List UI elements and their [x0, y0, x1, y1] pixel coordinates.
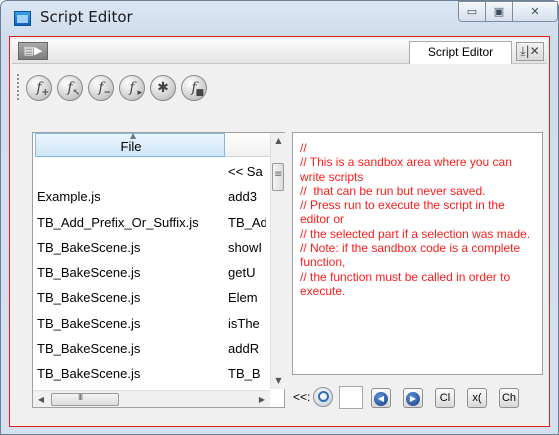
scroll-left-icon[interactable]: ◀	[33, 391, 49, 408]
list-item[interactable]: TB_BakeScene.js TB_B	[35, 360, 270, 384]
function-cell: << Sa	[228, 164, 263, 179]
file-cell: TB_BakeScene.js	[37, 341, 141, 357]
import-function-button[interactable]: f ↖	[57, 75, 83, 101]
find-next-button[interactable]: ▶	[403, 388, 423, 408]
file-cell: TB_Add_Prefix_Or_Suffix.js	[37, 214, 199, 230]
code-line: // Note: if the sandbox code is a comple…	[300, 241, 524, 270]
scroll-up-icon[interactable]: ▲	[271, 133, 286, 149]
file-list[interactable]: ▲ File << Sa Example.js add3 TB_Add_Prefi…	[32, 131, 285, 408]
function-cell: getU	[228, 265, 256, 281]
list-item[interactable]: TB_Add_Prefix_Or_Suffix.js TB_Ad	[35, 209, 270, 234]
code-line: // that can be run but never saved.	[300, 183, 486, 198]
file-cell: TB_BakeScene.js	[37, 239, 141, 255]
file-column-label: File	[120, 139, 142, 154]
file-rows: << Sa Example.js add3 TB_Add_Prefix_Or_Su…	[35, 158, 270, 384]
code-line: // the function must be called in order …	[300, 269, 514, 298]
panel-menu-button[interactable]: ▤▶	[18, 42, 48, 60]
panel-topbar: ▤▶ Script Editor ⤓|✕	[12, 39, 547, 64]
file-cell: Example.js	[37, 189, 101, 205]
vertical-scrollbar[interactable]: ▲ ▼	[270, 133, 285, 389]
window-title: Script Editor	[40, 8, 133, 26]
horizontal-scrollbar[interactable]: ◀ ▶	[33, 390, 270, 407]
sandbox-code-editor[interactable]: // // This is a sandbox area where you c…	[292, 132, 543, 375]
maximize-button[interactable]: ▣	[485, 1, 513, 22]
app-icon	[14, 11, 31, 26]
list-item[interactable]: TB_BakeScene.js addR	[35, 335, 270, 360]
file-cell: TB_BakeScene.js	[37, 315, 141, 331]
scroll-down-icon[interactable]: ▼	[271, 373, 286, 389]
new-function-button[interactable]: f +	[26, 75, 52, 101]
previous-icon: ◀	[374, 392, 388, 406]
script-editor-window: Script Editor ▭ ▣ ✕ ▤▶ Script Editor ⤓|✕…	[0, 0, 559, 435]
editor-bottom-bar: <<: ◀ ▶ Cl x( Ch	[292, 385, 544, 411]
function-cell: TB_B	[228, 366, 261, 382]
close-button[interactable]: ✕	[512, 1, 558, 22]
scroll-right-icon[interactable]: ▶	[254, 391, 270, 408]
function-cell: addR	[228, 341, 260, 357]
caption-buttons: ▭ ▣ ✕	[458, 1, 558, 23]
plus-icon: +	[41, 88, 49, 98]
search-icon[interactable]	[313, 387, 333, 407]
file-cell: TB_BakeScene.js	[37, 366, 141, 382]
list-item[interactable]: TB_BakeScene.js showI	[35, 234, 270, 259]
list-item[interactable]: TB_BakeScene.js Elem	[35, 284, 270, 309]
toolbar-grip-icon[interactable]	[16, 73, 20, 101]
list-item[interactable]: Example.js add3	[35, 183, 270, 208]
file-cell: TB_BakeScene.js	[37, 265, 141, 281]
function-cell: isThe	[228, 315, 260, 331]
check-syntax-button[interactable]: Ch	[499, 388, 519, 408]
bug-icon: ✱	[157, 80, 169, 96]
tab-dock-close-icon[interactable]: ⤓|✕	[516, 42, 544, 61]
code-line: //	[300, 141, 307, 155]
horizontal-scroll-thumb[interactable]	[51, 393, 119, 406]
minimize-button[interactable]: ▭	[458, 1, 486, 22]
function-icon: f	[129, 80, 135, 96]
function-column-header[interactable]	[225, 133, 270, 157]
save-function-button[interactable]: f ■	[181, 75, 207, 101]
file-cell: TB_BakeScene.js	[37, 290, 141, 306]
save-icon: ■	[195, 88, 204, 98]
list-item[interactable]: TB_BakeScene.js isThe	[35, 310, 270, 335]
execute-button[interactable]: x(	[467, 388, 487, 408]
vertical-scroll-thumb[interactable]	[272, 163, 284, 191]
run-function-button[interactable]: f ▸	[119, 75, 145, 101]
clear-button[interactable]: Cl	[435, 388, 455, 408]
collapse-label[interactable]: <<:	[293, 390, 315, 404]
code-line: // This is a sandbox area where you can …	[300, 155, 516, 184]
code-line: // Press run to execute the script in th…	[300, 198, 509, 227]
function-cell: add3	[228, 189, 257, 205]
debug-button[interactable]: ✱	[150, 75, 176, 101]
file-column-header[interactable]: ▲ File	[35, 131, 225, 157]
next-icon: ▶	[406, 392, 420, 406]
panel-content: ▤▶ Script Editor ⤓|✕ f + f ↖ f − f ▸ ✱ f ■	[9, 36, 550, 427]
function-cell: Elem	[228, 290, 258, 306]
find-previous-button[interactable]: ◀	[371, 388, 391, 408]
function-cell: showI	[228, 239, 262, 255]
arrow-icon: ↖	[72, 88, 80, 98]
search-input[interactable]	[339, 386, 363, 409]
code-line: // the selected part if a selection was …	[300, 226, 531, 241]
play-icon: ▸	[137, 88, 142, 98]
list-item[interactable]: TB_BakeScene.js getU	[35, 259, 270, 284]
list-item[interactable]: << Sa	[35, 158, 270, 183]
tab-script-editor[interactable]: Script Editor	[409, 41, 512, 64]
function-toolbar: f + f ↖ f − f ▸ ✱ f ■	[12, 67, 547, 109]
function-cell: TB_Ad	[228, 214, 266, 230]
delete-function-button[interactable]: f −	[88, 75, 114, 101]
title-bar[interactable]: Script Editor ▭ ▣ ✕	[1, 1, 558, 35]
minus-icon: −	[103, 88, 111, 98]
